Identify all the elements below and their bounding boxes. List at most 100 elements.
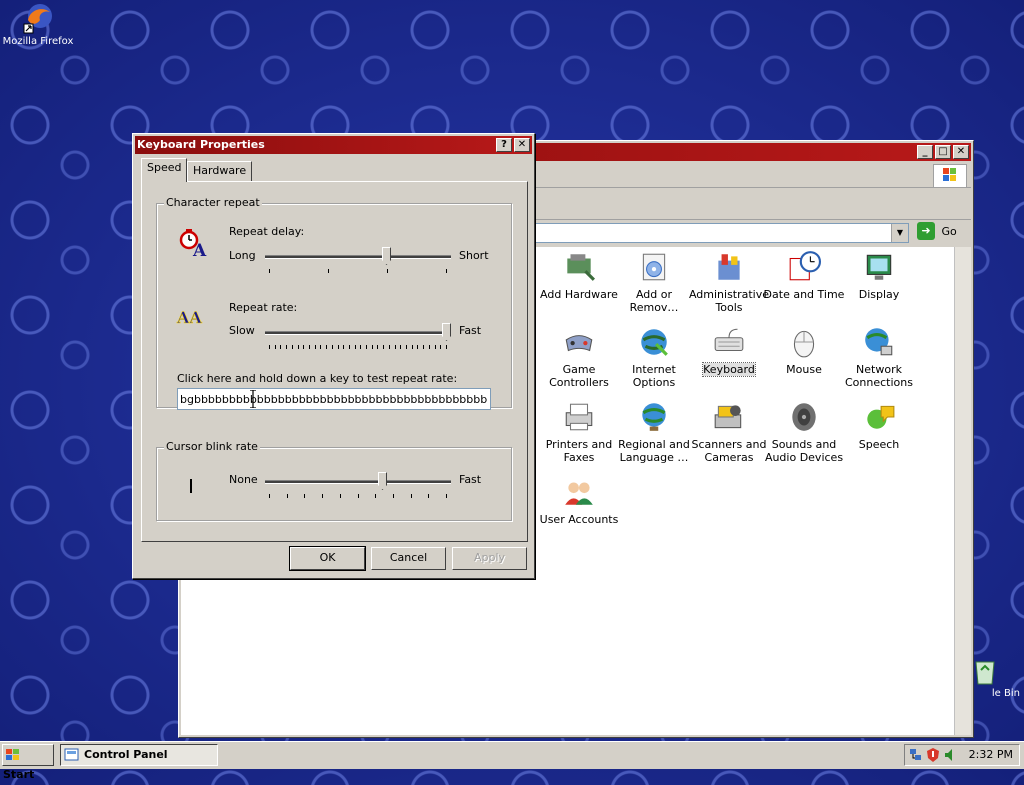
repeat-rate-slider[interactable] xyxy=(265,323,451,353)
slider-tick xyxy=(417,345,418,349)
cursor-blink-slider[interactable] xyxy=(265,472,451,502)
slider-track xyxy=(265,480,451,484)
taskbar-button-control-panel[interactable]: Control Panel xyxy=(60,744,218,766)
add-hardware-icon xyxy=(562,250,596,284)
control-panel-item[interactable]: Game Controllers xyxy=(538,325,620,389)
go-button[interactable]: ➜ Go xyxy=(917,222,959,244)
maximize-button[interactable]: □ xyxy=(935,145,951,159)
add-remove-programs-icon xyxy=(637,250,671,284)
control-panel-item[interactable]: Regional and Language … xyxy=(613,400,695,464)
cancel-button[interactable]: Cancel xyxy=(371,547,446,570)
control-panel-item[interactable]: Keyboard xyxy=(688,325,770,377)
slider-tick xyxy=(406,345,407,349)
ok-button[interactable]: OK xyxy=(289,546,366,571)
i-beam-cursor xyxy=(250,389,256,409)
windows-logo-icon xyxy=(6,749,19,760)
help-icon: ? xyxy=(501,139,507,150)
control-panel-item[interactable]: Speech xyxy=(838,400,920,451)
control-panel-item[interactable]: Internet Options xyxy=(613,325,695,389)
chevron-down-icon: ▼ xyxy=(896,228,904,237)
slider-tick xyxy=(303,345,304,349)
slider-tick xyxy=(298,345,299,349)
slider-tick xyxy=(322,494,323,498)
minimize-button[interactable]: _ xyxy=(917,145,933,159)
network-icon[interactable] xyxy=(909,747,923,763)
maximize-icon: □ xyxy=(938,146,948,157)
control-panel-item[interactable]: Add or Remov… xyxy=(613,250,695,314)
slider-tick xyxy=(375,494,376,498)
cancel-label: Cancel xyxy=(389,551,428,564)
security-alert-icon[interactable] xyxy=(926,747,940,763)
slider-tick xyxy=(383,345,384,349)
speed-tab-panel: Character repeat A Repeat delay: Long Sh… xyxy=(141,181,528,542)
control-panel-item-label: Game Controllers xyxy=(549,363,609,389)
clock[interactable]: 2:32 PM xyxy=(969,748,1013,761)
dialog-close-button[interactable]: ✕ xyxy=(514,138,530,152)
control-panel-item[interactable]: User Accounts xyxy=(538,475,620,526)
vertical-scrollbar[interactable] xyxy=(954,247,971,735)
windows-logo xyxy=(933,164,967,188)
slider-track xyxy=(265,255,451,259)
control-panel-item[interactable]: Sounds and Audio Devices xyxy=(763,400,845,464)
slider-tick xyxy=(423,345,424,349)
date-time-icon xyxy=(787,250,821,284)
scanners-cameras-icon xyxy=(712,400,746,434)
svg-text:AA: AA xyxy=(176,308,202,327)
slider-tick xyxy=(275,345,276,349)
volume-icon[interactable] xyxy=(943,747,957,763)
address-dropdown[interactable]: ▼ xyxy=(891,224,908,242)
tab-speed[interactable]: Speed xyxy=(141,158,188,182)
help-button[interactable]: ? xyxy=(496,138,512,152)
firefox-icon xyxy=(22,2,54,34)
test-field-label: Click here and hold down a key to test r… xyxy=(177,372,458,385)
slider-thumb[interactable] xyxy=(378,472,387,490)
network-connections-icon xyxy=(862,325,896,359)
start-button[interactable]: Start xyxy=(2,744,54,781)
address-field[interactable]: ▼ xyxy=(535,223,909,243)
slider-tick xyxy=(372,345,373,349)
slider-tick xyxy=(377,345,378,349)
slider-tick xyxy=(304,494,305,498)
slider-tick xyxy=(387,269,388,273)
apply-button[interactable]: Apply xyxy=(452,547,527,570)
slider-tick xyxy=(338,345,339,349)
slider-tick xyxy=(428,494,429,498)
close-button[interactable]: ✕ xyxy=(953,145,969,159)
control-panel-item[interactable]: Mouse xyxy=(763,325,845,376)
slider-tick xyxy=(429,345,430,349)
slider-tick xyxy=(269,269,270,273)
repeat-test-input[interactable] xyxy=(177,388,491,410)
control-panel-item[interactable]: Scanners and Cameras xyxy=(688,400,770,464)
control-panel-item-label: Administrative Tools xyxy=(688,288,770,314)
control-panel-item[interactable]: Date and Time xyxy=(763,250,845,301)
tab-label: Speed xyxy=(147,161,182,174)
control-panel-item-label: Internet Options xyxy=(632,363,676,389)
slider-tick xyxy=(446,269,447,273)
desktop-icon-firefox[interactable]: Mozilla Firefox xyxy=(0,2,76,47)
control-panel-item-label: User Accounts xyxy=(539,513,619,526)
system-tray: 2:32 PM xyxy=(904,744,1020,766)
game-controllers-icon xyxy=(562,325,596,359)
control-panel-icon xyxy=(64,748,79,761)
slider-thumb[interactable] xyxy=(442,323,451,341)
control-panel-item[interactable]: Display xyxy=(838,250,920,301)
speech-icon xyxy=(862,400,896,434)
close-icon: ✕ xyxy=(517,139,527,150)
control-panel-item[interactable]: Add Hardware xyxy=(538,250,620,301)
slider-thumb[interactable] xyxy=(382,247,391,265)
slider-tick xyxy=(280,345,281,349)
taskbar-button-label: Control Panel xyxy=(84,748,168,761)
control-panel-item[interactable]: Administrative Tools xyxy=(688,250,770,314)
start-label: Start xyxy=(3,768,35,781)
tab-hardware[interactable]: Hardware xyxy=(187,161,253,181)
control-panel-item-label: Printers and Faxes xyxy=(545,438,613,464)
sounds-audio-icon xyxy=(787,400,821,434)
repeat-delay-slider[interactable] xyxy=(265,247,451,277)
dialog-titlebar[interactable]: Keyboard Properties ? ✕ xyxy=(135,136,532,154)
mouse-icon xyxy=(787,325,821,359)
slider-tick xyxy=(292,345,293,349)
blink-min-label: None xyxy=(229,473,258,486)
repeat-rate-label: Repeat rate: xyxy=(229,301,298,314)
control-panel-item[interactable]: Printers and Faxes xyxy=(538,400,620,464)
control-panel-item[interactable]: Network Connections xyxy=(838,325,920,389)
